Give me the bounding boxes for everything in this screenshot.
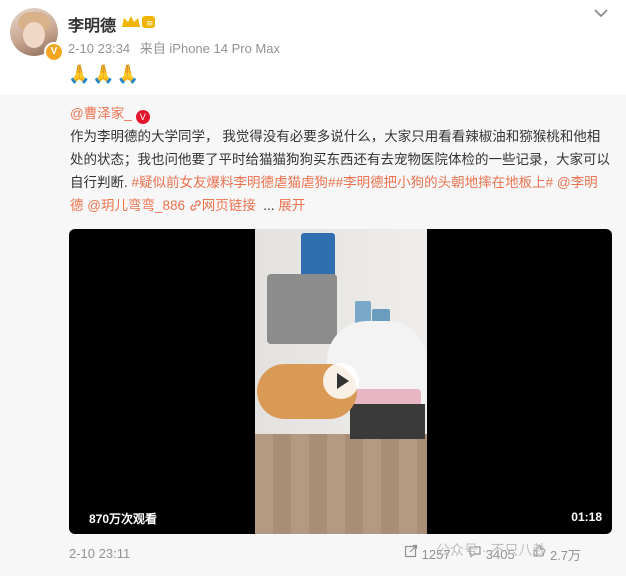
hashtag-link[interactable]: #疑似前女友爆料李明德虐猫虐狗# [132,175,336,190]
expand-button[interactable]: 展开 [278,198,305,213]
quoted-text: @曹泽家_ V 作为李明德的大学同学， 我觉得没有必要多说什么，大家只用看看辣椒油… [70,106,610,213]
link-icon [190,200,201,211]
hashtag-link[interactable]: #李明德把小狗的头朝地摔在地板上# [336,175,554,190]
quoted-time[interactable]: 2-10 23:11 [69,546,130,561]
video-frame [255,229,427,534]
post-header: V 李明德 ≡ 2-10 23:34 来自 iPhone 14 Pro Max … [0,0,626,92]
video-duration: 01:18 [571,510,602,524]
play-icon[interactable] [323,363,359,399]
member-crown-icon: ≡ [122,16,155,29]
mention-link[interactable]: @玥儿弯弯_886 [87,198,185,213]
quoted-post[interactable]: @曹泽家_ V 作为李明德的大学同学， 我觉得没有必要多说什么，大家只用看看辣椒油… [0,94,626,546]
post-meta: 2-10 23:34 来自 iPhone 14 Pro Max [68,38,280,57]
author-name[interactable]: 李明德 [68,12,116,36]
video-views: 870万次观看 [89,512,158,526]
quoted-author[interactable]: @曹泽家_ [70,106,132,121]
watermark: 公众号 · 不只八卦 [436,542,547,558]
post-source: 来自 iPhone 14 Pro Max [139,41,280,56]
verified-badge-icon: V [44,42,64,62]
svg-text:≡: ≡ [146,19,154,29]
web-link[interactable]: 网页链接 [202,198,256,213]
like-count[interactable]: 2.7万 [550,545,581,564]
quoted-footer: 2-10 23:11 1257 3405 2.7万 公众号 · 不只八卦 [0,542,626,576]
post-text: 🙏🙏🙏 [68,64,142,84]
verified-badge-icon: V [135,110,150,124]
chevron-down-icon[interactable] [592,6,610,20]
video-player[interactable]: 870万次观看 01:18 [69,229,612,534]
repost-icon[interactable] [404,544,418,558]
post-time[interactable]: 2-10 23:34 [68,41,130,56]
